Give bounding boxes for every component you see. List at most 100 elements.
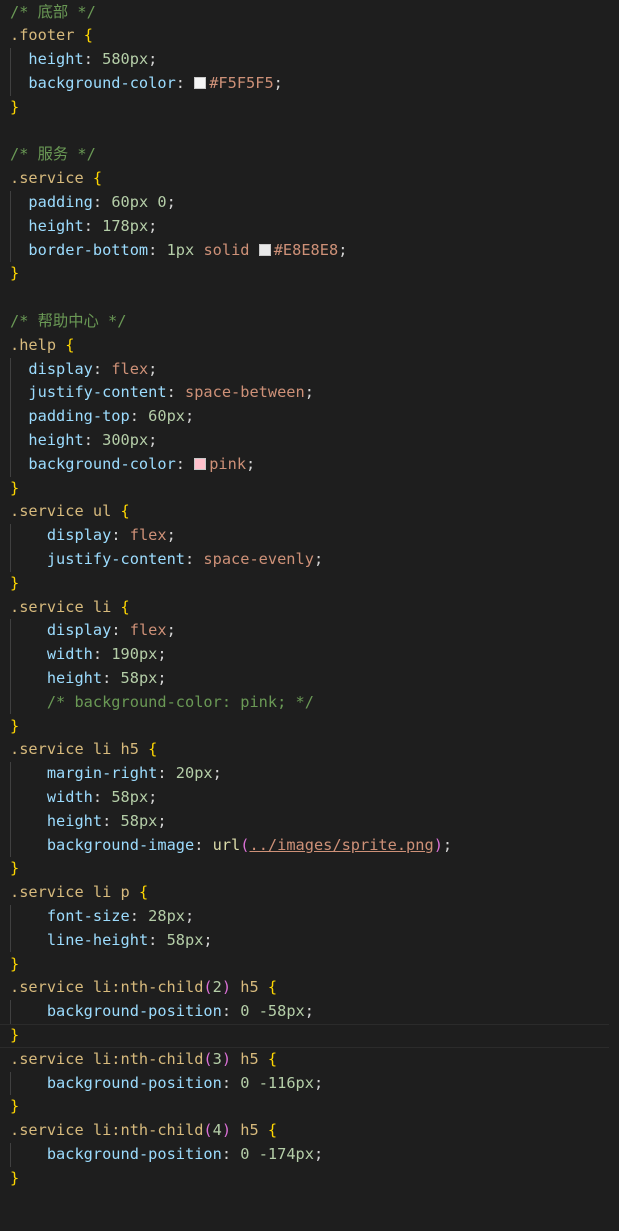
css-value: flex (129, 621, 167, 640)
code-line[interactable]: .help { (10, 334, 75, 358)
code-line[interactable]: display: flex; (10, 619, 176, 643)
code-line[interactable]: .service { (10, 167, 102, 191)
punctuation: : (221, 1073, 241, 1092)
code-line[interactable]: } (10, 262, 19, 286)
code-line[interactable]: width: 58px; (10, 786, 158, 810)
code-line[interactable]: line-height: 58px; (10, 929, 213, 953)
punctuation: : (157, 764, 176, 783)
indent-guide (10, 1142, 11, 1167)
color-swatch[interactable] (258, 243, 271, 256)
punctuation: ; (185, 906, 195, 925)
indent-guide (10, 190, 11, 263)
code-line[interactable]: } (10, 1095, 19, 1119)
punctuation (10, 50, 28, 68)
css-number: 58px (111, 787, 149, 806)
code-line[interactable]: background-image: url(../images/sprite.p… (10, 834, 452, 858)
punctuation: : (221, 1002, 241, 1021)
brace: } (10, 1168, 20, 1187)
code-line[interactable]: .service li { (10, 596, 130, 620)
code-line[interactable]: } (10, 96, 19, 120)
css-value: space-evenly (203, 549, 314, 568)
punctuation (10, 812, 47, 830)
code-line[interactable]: padding-top: 60px; (10, 405, 194, 429)
css-property: height (28, 430, 84, 449)
code-line[interactable]: } (10, 572, 19, 596)
code-line[interactable]: display: flex; (10, 524, 176, 548)
punctuation (10, 550, 47, 568)
css-property: background-position (46, 1144, 222, 1163)
code-line[interactable]: border-bottom: 1px solid #E8E8E8; (10, 239, 347, 263)
code-line[interactable]: display: flex; (10, 358, 157, 382)
color-swatch[interactable] (194, 76, 207, 89)
indent-guide (10, 48, 11, 96)
punctuation: ; (313, 1144, 324, 1163)
code-line[interactable]: background-position: 0 -58px; (10, 1000, 314, 1024)
code-line[interactable]: height: 178px; (10, 215, 157, 239)
brace: { (65, 335, 75, 354)
code-line[interactable]: /* background-color: pink; */ (10, 691, 314, 715)
css-property: height (46, 811, 103, 830)
brace: { (267, 1049, 278, 1068)
css-value: space-between (185, 383, 305, 402)
code-line[interactable]: height: 58px; (10, 667, 167, 691)
code-line[interactable]: font-size: 28px; (10, 905, 194, 929)
css-selector: .help (10, 335, 57, 354)
paren: ) (433, 835, 443, 854)
code-line[interactable]: justify-content: space-between; (10, 381, 314, 405)
code-line[interactable]: } (10, 857, 19, 881)
paren: ( (203, 1121, 213, 1140)
paren: ( (203, 978, 213, 997)
code-line[interactable]: /* 底部 */ (10, 1, 96, 25)
code-line[interactable]: height: 58px; (10, 810, 167, 834)
code-line[interactable]: background-position: 0 -174px; (10, 1143, 323, 1167)
punctuation: ; (166, 192, 176, 211)
code-line[interactable]: .footer { (10, 24, 93, 48)
code-line[interactable]: height: 300px; (10, 429, 157, 453)
code-line[interactable]: background-position: 0 -116px; (10, 1072, 323, 1096)
code-line[interactable]: margin-right: 20px; (10, 762, 222, 786)
code-editor[interactable]: /* 底部 */ .footer { height: 580px; backgro… (0, 0, 619, 1231)
punctuation: ; (166, 621, 176, 640)
url-link[interactable]: ../images/sprite.png (249, 836, 433, 854)
code-line[interactable]: .service ul { (10, 500, 130, 524)
code-line[interactable]: /* 帮助中心 */ (10, 310, 126, 334)
css-number: 580px (102, 50, 149, 69)
css-property: padding (28, 192, 93, 211)
color-swatch[interactable] (194, 457, 207, 470)
code-line[interactable]: /* 服务 */ (10, 143, 96, 167)
code-line[interactable]: } (10, 953, 19, 977)
code-line[interactable]: .service li:nth-child(3) h5 { (10, 1048, 277, 1072)
code-comment: /* 帮助中心 */ (10, 311, 127, 330)
code-line[interactable]: } (10, 1167, 19, 1191)
css-value: #E8E8E8 (273, 240, 339, 259)
punctuation: : (148, 240, 167, 259)
code-line[interactable]: padding: 60px 0; (10, 191, 176, 215)
punctuation (148, 193, 157, 211)
code-line[interactable]: } (0, 1023, 609, 1048)
code-line[interactable]: } (10, 477, 19, 501)
css-property: margin-right (46, 764, 158, 783)
css-number: 28px (148, 906, 185, 925)
punctuation (249, 1074, 258, 1092)
code-line[interactable]: justify-content: space-evenly; (10, 548, 323, 572)
css-number: 178px (102, 216, 149, 235)
code-line[interactable]: width: 190px; (10, 643, 167, 667)
code-comment: /* 底部 */ (10, 2, 96, 21)
code-line[interactable]: } (10, 715, 19, 739)
code-line[interactable]: background-color: #F5F5F5; (10, 72, 282, 96)
code-line[interactable]: background-color: pink; (10, 453, 255, 477)
punctuation: ; (157, 668, 167, 687)
paren: ) (221, 1049, 232, 1068)
css-number: 0 (157, 192, 167, 211)
punctuation (10, 217, 28, 235)
code-line[interactable]: .service li h5 { (10, 738, 157, 762)
code-line[interactable]: .service li p { (10, 881, 148, 905)
css-property: background-position (46, 1073, 222, 1092)
brace: } (10, 954, 20, 973)
code-line[interactable]: height: 580px; (10, 48, 157, 72)
code-line[interactable]: .service li:nth-child(4) h5 { (10, 1119, 277, 1143)
brace: } (10, 573, 20, 592)
code-line[interactable]: .service li:nth-child(2) h5 { (10, 976, 277, 1000)
punctuation: ; (157, 645, 167, 664)
punctuation (249, 1145, 258, 1163)
